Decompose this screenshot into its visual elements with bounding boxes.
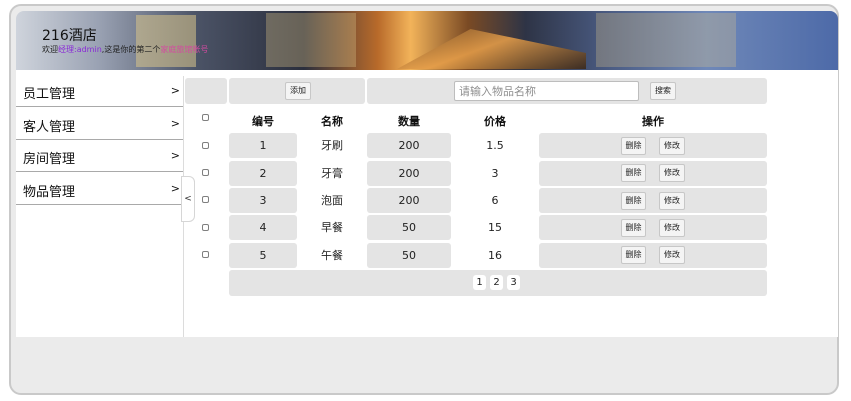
cell-actions xyxy=(539,161,767,186)
header-banner: 216酒店 欢迎经理:admin,这是你的第二个家庭旅馆帐号 xyxy=(16,11,838,70)
column-header-price: 价格 xyxy=(484,115,506,128)
row-checkbox[interactable] xyxy=(202,142,209,149)
delete-button[interactable]: 删除 xyxy=(621,219,646,237)
cell-quantity: 200 xyxy=(367,133,451,158)
cell-id: 3 xyxy=(229,188,297,213)
edit-button[interactable]: 修改 xyxy=(659,246,685,264)
delete-button[interactable]: 删除 xyxy=(621,192,646,210)
row-checkbox[interactable] xyxy=(202,251,209,258)
cell-quantity: 200 xyxy=(367,161,451,186)
sidebar-item-label: 员工管理 xyxy=(23,87,76,102)
chevron-right-icon: > xyxy=(170,116,180,130)
cell-id: 4 xyxy=(229,215,297,240)
cell-actions xyxy=(539,243,767,268)
chevron-right-icon: > xyxy=(170,181,180,195)
delete-button[interactable]: 删除 xyxy=(621,246,646,264)
sidebar-item-staff[interactable]: 员工管理 > xyxy=(16,76,183,107)
page-link-2[interactable]: 2 xyxy=(490,275,503,290)
cell-quantity: 50 xyxy=(367,215,451,240)
chevron-right-icon: > xyxy=(170,149,180,162)
cell-quantity: 50 xyxy=(367,243,451,268)
delete-button[interactable]: 删除 xyxy=(621,137,646,155)
cell-price: 6 xyxy=(491,194,499,207)
cell-quantity: 200 xyxy=(367,188,451,213)
cell-actions xyxy=(539,215,767,240)
edit-button[interactable]: 修改 xyxy=(659,192,685,210)
delete-button[interactable]: 删除 xyxy=(621,164,646,182)
cell-actions xyxy=(539,188,767,213)
row-checkbox[interactable] xyxy=(202,196,209,203)
sidebar-item-label: 物品管理 xyxy=(23,184,76,200)
add-button[interactable]: 添加 xyxy=(285,82,311,100)
sidebar-item-goods[interactable]: 物品管理 > xyxy=(16,174,183,205)
sidebar-item-label: 房间管理 xyxy=(23,152,76,167)
cell-id: 5 xyxy=(229,243,297,268)
cell-name: 牙刷 xyxy=(321,139,343,152)
page-link-1[interactable]: 1 xyxy=(473,275,486,290)
search-input[interactable] xyxy=(454,81,639,101)
pagination: 1 2 3 xyxy=(229,270,767,296)
sidebar-collapse-toggle[interactable]: < xyxy=(181,176,195,222)
cell-name: 午餐 xyxy=(321,249,343,262)
cell-price: 16 xyxy=(488,249,502,262)
welcome-message: 欢迎经理:admin,这是你的第二个家庭旅馆帐号 xyxy=(42,45,209,54)
hotel-title: 216酒店 xyxy=(42,28,97,44)
cell-price: 1.5 xyxy=(486,139,504,152)
cell-price: 15 xyxy=(488,221,502,234)
select-all-checkbox[interactable] xyxy=(202,114,209,121)
cell-name: 泡面 xyxy=(321,194,343,207)
chevron-right-icon: > xyxy=(170,84,180,97)
edit-button[interactable]: 修改 xyxy=(659,164,685,182)
page-link-3[interactable]: 3 xyxy=(507,275,520,290)
cell-actions xyxy=(539,133,767,158)
row-checkbox[interactable] xyxy=(202,224,209,231)
cell-id: 1 xyxy=(229,133,297,158)
toolbar-cell xyxy=(185,78,227,104)
edit-button[interactable]: 修改 xyxy=(659,137,685,155)
column-header-name: 名称 xyxy=(321,115,343,128)
search-button[interactable]: 搜索 xyxy=(650,82,676,100)
sidebar: 员工管理 > 客人管理 > 房间管理 > 物品管理 > xyxy=(16,76,184,337)
banner-hotel-roof xyxy=(397,29,586,69)
edit-button[interactable]: 修改 xyxy=(659,219,685,237)
cell-name: 牙膏 xyxy=(321,167,343,180)
cell-id: 2 xyxy=(229,161,297,186)
column-header-quantity: 数量 xyxy=(398,115,420,128)
sidebar-item-rooms[interactable]: 房间管理 > xyxy=(16,141,183,172)
sidebar-item-guests[interactable]: 客人管理 > xyxy=(16,109,183,140)
sidebar-item-label: 客人管理 xyxy=(23,119,76,135)
column-header-actions: 操作 xyxy=(642,115,664,128)
cell-price: 3 xyxy=(491,167,499,180)
row-checkbox[interactable] xyxy=(202,169,209,176)
cell-name: 早餐 xyxy=(321,221,343,234)
column-header-id: 编号 xyxy=(252,115,274,128)
